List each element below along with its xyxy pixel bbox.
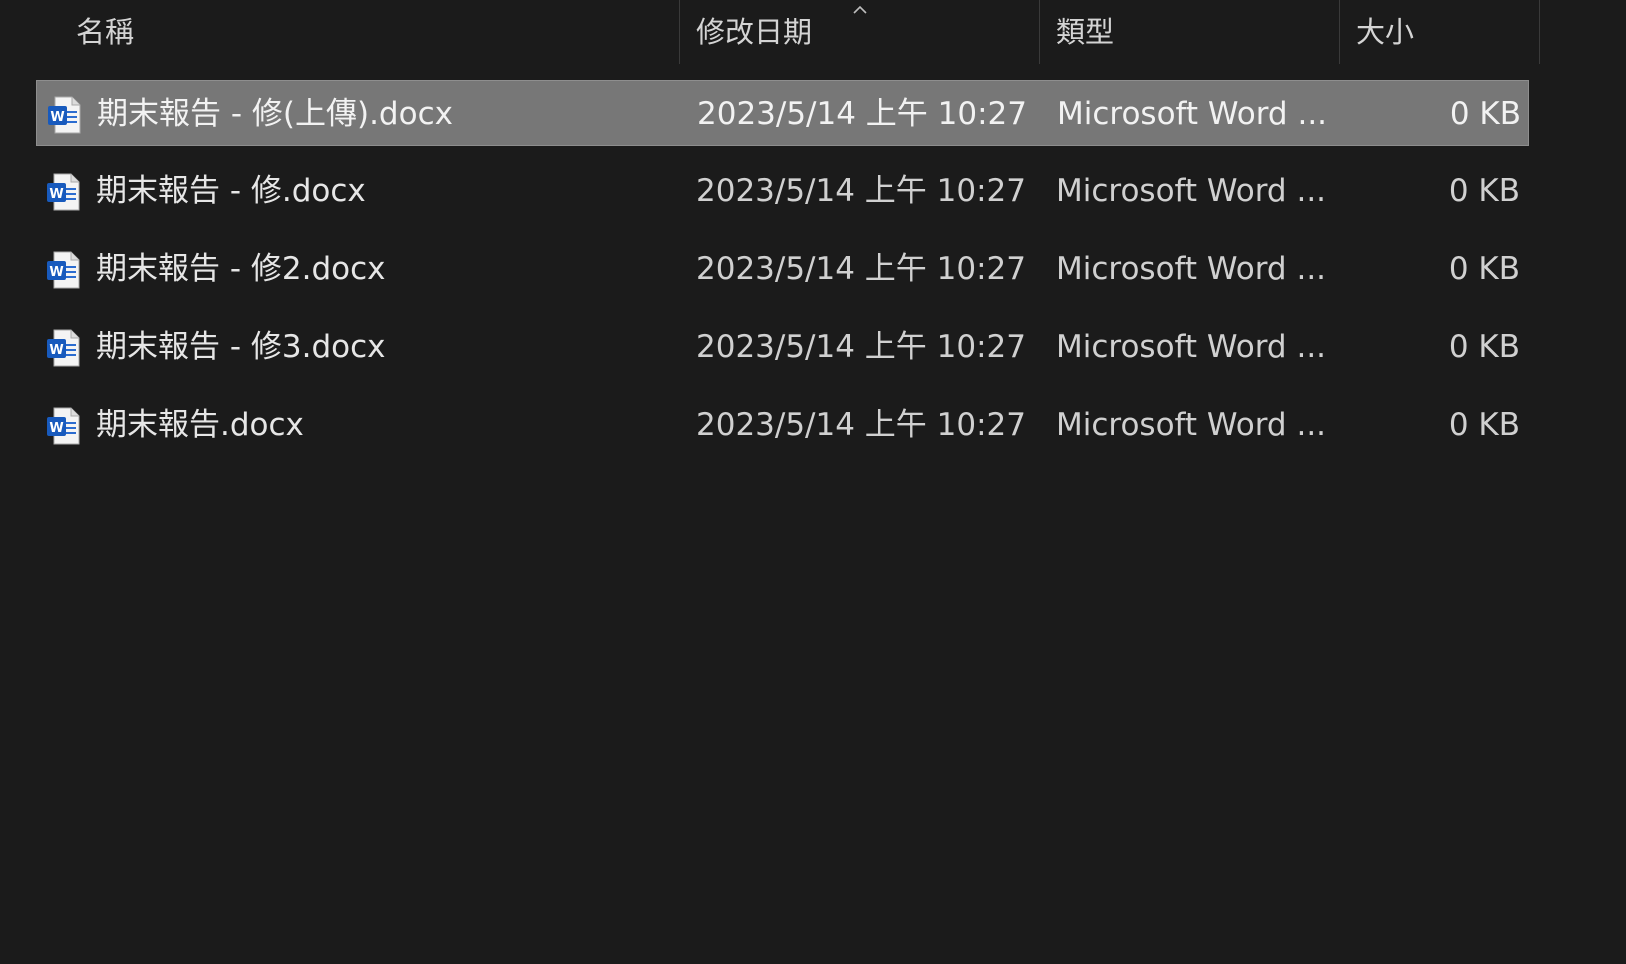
file-row[interactable]: W 期末報告.docx 2023/5/14 上午 10:27 Microsoft… <box>36 392 1529 458</box>
column-header-name[interactable]: 名稱 <box>76 0 676 64</box>
file-modified-date: 2023/5/14 上午 10:27 <box>696 407 1026 443</box>
column-header-date-label: 修改日期 <box>696 15 813 49</box>
file-name: 期末報告 - 修(上傳).docx <box>97 96 453 132</box>
sort-ascending-icon <box>853 5 867 14</box>
file-type: Microsoft Word ... <box>1057 96 1328 132</box>
file-modified-date: 2023/5/14 上午 10:27 <box>696 251 1026 287</box>
file-modified-date: 2023/5/14 上午 10:27 <box>696 173 1026 209</box>
word-document-icon: W <box>47 251 80 289</box>
file-type: Microsoft Word ... <box>1056 329 1327 365</box>
column-header-size[interactable]: 大小 <box>1356 0 1536 64</box>
file-row[interactable]: W 期末報告 - 修3.docx 2023/5/14 上午 10:27 Micr… <box>36 314 1529 380</box>
column-header-name-label: 名稱 <box>76 15 135 49</box>
file-size: 0 KB <box>1448 173 1520 209</box>
word-document-icon: W <box>48 96 81 134</box>
file-size: 0 KB <box>1449 96 1521 132</box>
column-header-size-label: 大小 <box>1356 15 1415 49</box>
file-name: 期末報告.docx <box>96 407 304 443</box>
column-divider[interactable] <box>1339 0 1340 64</box>
column-header-type[interactable]: 類型 <box>1056 0 1336 64</box>
svg-text:W: W <box>49 421 63 436</box>
word-document-icon: W <box>47 407 80 445</box>
file-name: 期末報告 - 修2.docx <box>96 251 386 287</box>
file-modified-date: 2023/5/14 上午 10:27 <box>697 96 1027 132</box>
column-divider[interactable] <box>1539 0 1540 64</box>
file-modified-date: 2023/5/14 上午 10:27 <box>696 329 1026 365</box>
column-header-bar: 名稱 修改日期 類型 大小 <box>0 0 1626 64</box>
word-document-icon: W <box>47 173 80 211</box>
file-size: 0 KB <box>1448 407 1520 443</box>
file-row[interactable]: W 期末報告 - 修(上傳).docx 2023/5/14 上午 10:27 M… <box>36 80 1529 146</box>
file-name: 期末報告 - 修3.docx <box>96 329 386 365</box>
file-row[interactable]: W 期末報告 - 修.docx 2023/5/14 上午 10:27 Micro… <box>36 158 1529 224</box>
file-type: Microsoft Word ... <box>1056 251 1327 287</box>
file-size: 0 KB <box>1448 329 1520 365</box>
column-header-type-label: 類型 <box>1056 15 1115 49</box>
file-type: Microsoft Word ... <box>1056 173 1327 209</box>
column-divider[interactable] <box>1039 0 1040 64</box>
file-size: 0 KB <box>1448 251 1520 287</box>
svg-text:W: W <box>50 110 64 125</box>
column-divider[interactable] <box>679 0 680 64</box>
svg-text:W: W <box>49 265 63 280</box>
svg-text:W: W <box>49 187 63 202</box>
file-name: 期末報告 - 修.docx <box>96 173 366 209</box>
word-document-icon: W <box>47 329 80 367</box>
svg-text:W: W <box>49 343 63 358</box>
file-type: Microsoft Word ... <box>1056 407 1327 443</box>
file-row[interactable]: W 期末報告 - 修2.docx 2023/5/14 上午 10:27 Micr… <box>36 236 1529 302</box>
